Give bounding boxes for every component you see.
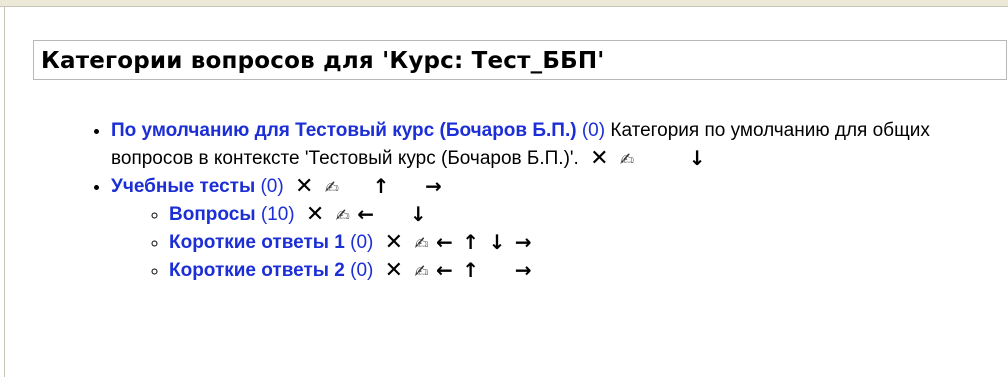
category-count[interactable]: (0) [260,176,283,197]
move-down-icon[interactable]: ↓ [687,148,708,168]
category-count[interactable]: (0) [582,120,605,141]
delete-icon[interactable]: ✕ [590,148,608,170]
category-link-default[interactable]: По умолчанию для Тестовый курс (Бочаров … [111,120,577,141]
delete-icon[interactable]: ✕ [295,176,313,198]
move-up-icon[interactable]: ↑ [460,232,481,252]
category-list: По умолчанию для Тестовый курс (Бочаров … [85,117,1008,285]
move-right-icon[interactable]: → [423,176,444,196]
category-link-study-tests[interactable]: Учебные тесты [111,176,255,197]
category-item-study-tests: Учебные тесты (0) ✕ ✍ ↑ → Вопросы (10) ✕… [111,173,1008,285]
heading-box: Категории вопросов для 'Курс: Тест_ББП' [33,40,1007,80]
move-right-icon[interactable]: → [513,260,534,280]
subcategory-item-short-answers-1: Короткие ответы 1 (0) ✕ ✍ ← ↑ ↓ → [169,229,1008,257]
move-left-icon[interactable]: ← [434,232,455,252]
move-up-icon[interactable]: ↑ [460,260,481,280]
delete-icon[interactable]: ✕ [385,260,403,282]
delete-icon[interactable]: ✕ [385,232,403,254]
move-left-icon[interactable]: ← [355,204,376,224]
move-down-icon[interactable]: ↓ [408,204,429,224]
edit-icon[interactable]: ✍ [325,178,339,198]
category-link-short-answers-1[interactable]: Короткие ответы 1 [169,232,345,253]
move-left-icon[interactable]: ← [434,260,455,280]
subcategory-list: Вопросы (10) ✕ ✍ ← ↓ Короткие ответы 1 (… [111,201,1008,285]
category-count[interactable]: (0) [350,260,373,281]
category-link-short-answers-2[interactable]: Короткие ответы 2 [169,260,345,281]
category-item-default: По умолчанию для Тестовый курс (Бочаров … [111,117,1008,173]
edit-icon[interactable]: ✍ [414,262,428,282]
category-link-questions[interactable]: Вопросы [169,204,256,225]
category-count[interactable]: (0) [350,232,373,253]
delete-icon[interactable]: ✕ [306,204,324,226]
move-right-icon[interactable]: → [513,232,534,252]
page-title: Категории вопросов для 'Курс: Тест_ББП' [41,48,605,74]
window-left-border [4,6,5,377]
category-count[interactable]: (10) [261,204,295,225]
move-up-icon[interactable]: ↑ [371,176,392,196]
edit-icon[interactable]: ✍ [414,234,428,254]
move-down-icon[interactable]: ↓ [486,232,507,252]
edit-icon[interactable]: ✍ [620,150,634,170]
edit-icon[interactable]: ✍ [336,206,350,226]
window-top-border [0,0,1008,7]
subcategory-item-questions: Вопросы (10) ✕ ✍ ← ↓ [169,201,1008,229]
subcategory-item-short-answers-2: Короткие ответы 2 (0) ✕ ✍ ← ↑ → [169,257,1008,285]
